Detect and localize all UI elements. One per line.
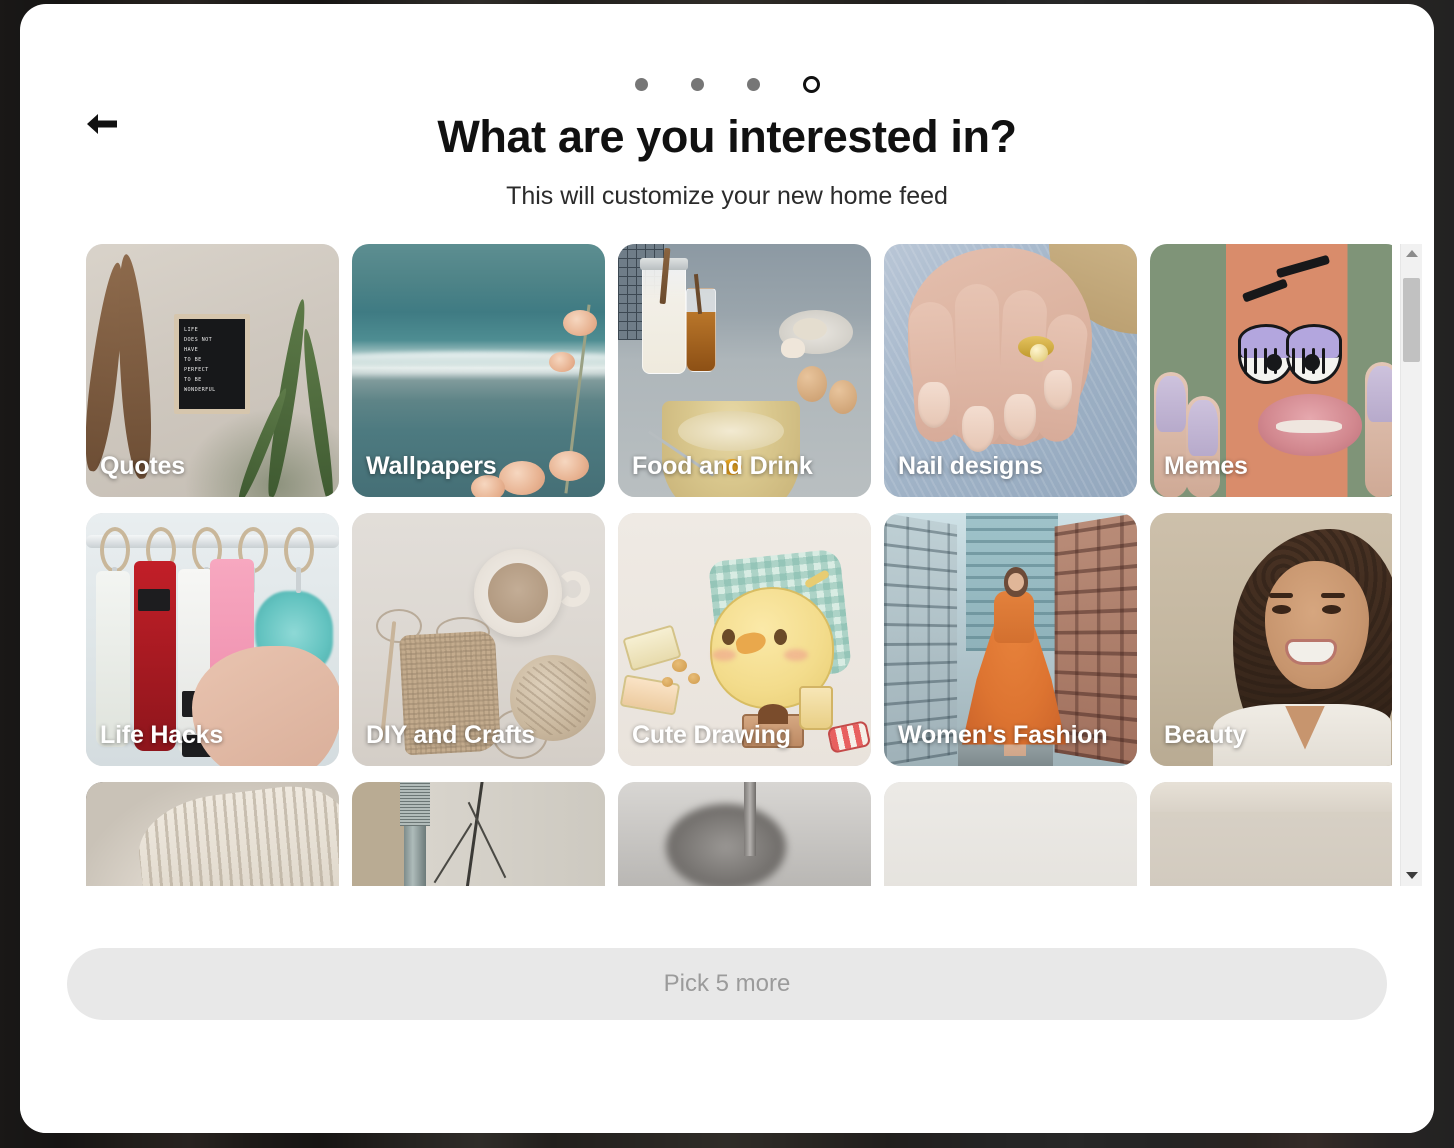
interest-card-wallpapers[interactable]: Wallpapers xyxy=(352,244,605,497)
letterboard: LIFE DOES NOT HAVE TO BE PERFECT TO BE W… xyxy=(174,314,250,414)
scroll-down-button[interactable] xyxy=(1401,866,1422,886)
interest-card-beauty[interactable]: Beauty xyxy=(1150,513,1392,766)
letterboard-line: DOES NOT xyxy=(184,335,240,345)
progress-dot-2[interactable] xyxy=(691,78,704,91)
card-label: Beauty xyxy=(1164,721,1246,750)
interest-card-row3-4[interactable] xyxy=(884,782,1137,886)
interest-card-food-and-drink[interactable]: Food and Drink xyxy=(618,244,871,497)
interest-card-diy-and-crafts[interactable]: DIY and Crafts xyxy=(352,513,605,766)
card-image xyxy=(884,782,1137,886)
interests-scroll-area: LIFE DOES NOT HAVE TO BE PERFECT TO BE W… xyxy=(20,244,1434,886)
chevron-up-icon xyxy=(1406,250,1418,257)
arrow-left-icon xyxy=(85,111,119,137)
card-image xyxy=(86,782,339,886)
interests-modal: What are you interested in? This will cu… xyxy=(20,4,1434,1133)
letterboard-line: PERFECT xyxy=(184,365,240,375)
card-label: Nail designs xyxy=(898,452,1043,481)
pick-more-button[interactable]: Pick 5 more xyxy=(67,948,1387,1020)
letterboard-line: LIFE xyxy=(184,325,240,335)
letterboard-line: TO BE xyxy=(184,355,240,365)
card-image xyxy=(618,782,871,886)
interest-card-row3-5[interactable] xyxy=(1150,782,1392,886)
interest-card-life-hacks[interactable]: Life Hacks xyxy=(86,513,339,766)
back-button[interactable] xyxy=(78,103,126,145)
vertical-scrollbar[interactable] xyxy=(1400,244,1422,886)
interest-card-womens-fashion[interactable]: Women's Fashion xyxy=(884,513,1137,766)
scroll-up-button[interactable] xyxy=(1401,244,1422,264)
modal-header: What are you interested in? This will cu… xyxy=(20,4,1434,211)
interest-card-row3-2[interactable] xyxy=(352,782,605,886)
page-title: What are you interested in? xyxy=(20,112,1434,162)
letterboard-line: WONDERFUL xyxy=(184,385,240,395)
page-subtitle: This will customize your new home feed xyxy=(20,182,1434,211)
progress-dots xyxy=(20,76,1434,93)
interest-card-memes[interactable]: Memes xyxy=(1150,244,1392,497)
progress-dot-4-current[interactable] xyxy=(803,76,820,93)
card-label: Quotes xyxy=(100,452,185,481)
card-label: Wallpapers xyxy=(366,452,496,481)
interests-grid: LIFE DOES NOT HAVE TO BE PERFECT TO BE W… xyxy=(86,244,1378,886)
letterboard-line: TO BE xyxy=(184,375,240,385)
chevron-down-icon xyxy=(1406,872,1418,879)
interest-card-quotes[interactable]: LIFE DOES NOT HAVE TO BE PERFECT TO BE W… xyxy=(86,244,339,497)
card-label: Cute Drawing xyxy=(632,721,791,750)
card-label: Memes xyxy=(1164,452,1248,481)
card-label: Women's Fashion xyxy=(898,721,1107,750)
interests-grid-viewport: LIFE DOES NOT HAVE TO BE PERFECT TO BE W… xyxy=(20,244,1392,886)
interest-card-row3-1[interactable] xyxy=(86,782,339,886)
interest-card-cute-drawing[interactable]: Cute Drawing xyxy=(618,513,871,766)
interest-card-nail-designs[interactable]: Nail designs xyxy=(884,244,1137,497)
card-label: DIY and Crafts xyxy=(366,721,535,750)
modal-footer: Pick 5 more xyxy=(20,886,1434,1134)
scrollbar-thumb[interactable] xyxy=(1403,278,1420,362)
interest-card-row3-3[interactable] xyxy=(618,782,871,886)
card-image xyxy=(1150,782,1392,886)
card-image xyxy=(352,782,605,886)
progress-dot-1[interactable] xyxy=(635,78,648,91)
letterboard-line: HAVE xyxy=(184,345,240,355)
card-label: Food and Drink xyxy=(632,452,813,481)
card-label: Life Hacks xyxy=(100,721,223,750)
progress-dot-3[interactable] xyxy=(747,78,760,91)
